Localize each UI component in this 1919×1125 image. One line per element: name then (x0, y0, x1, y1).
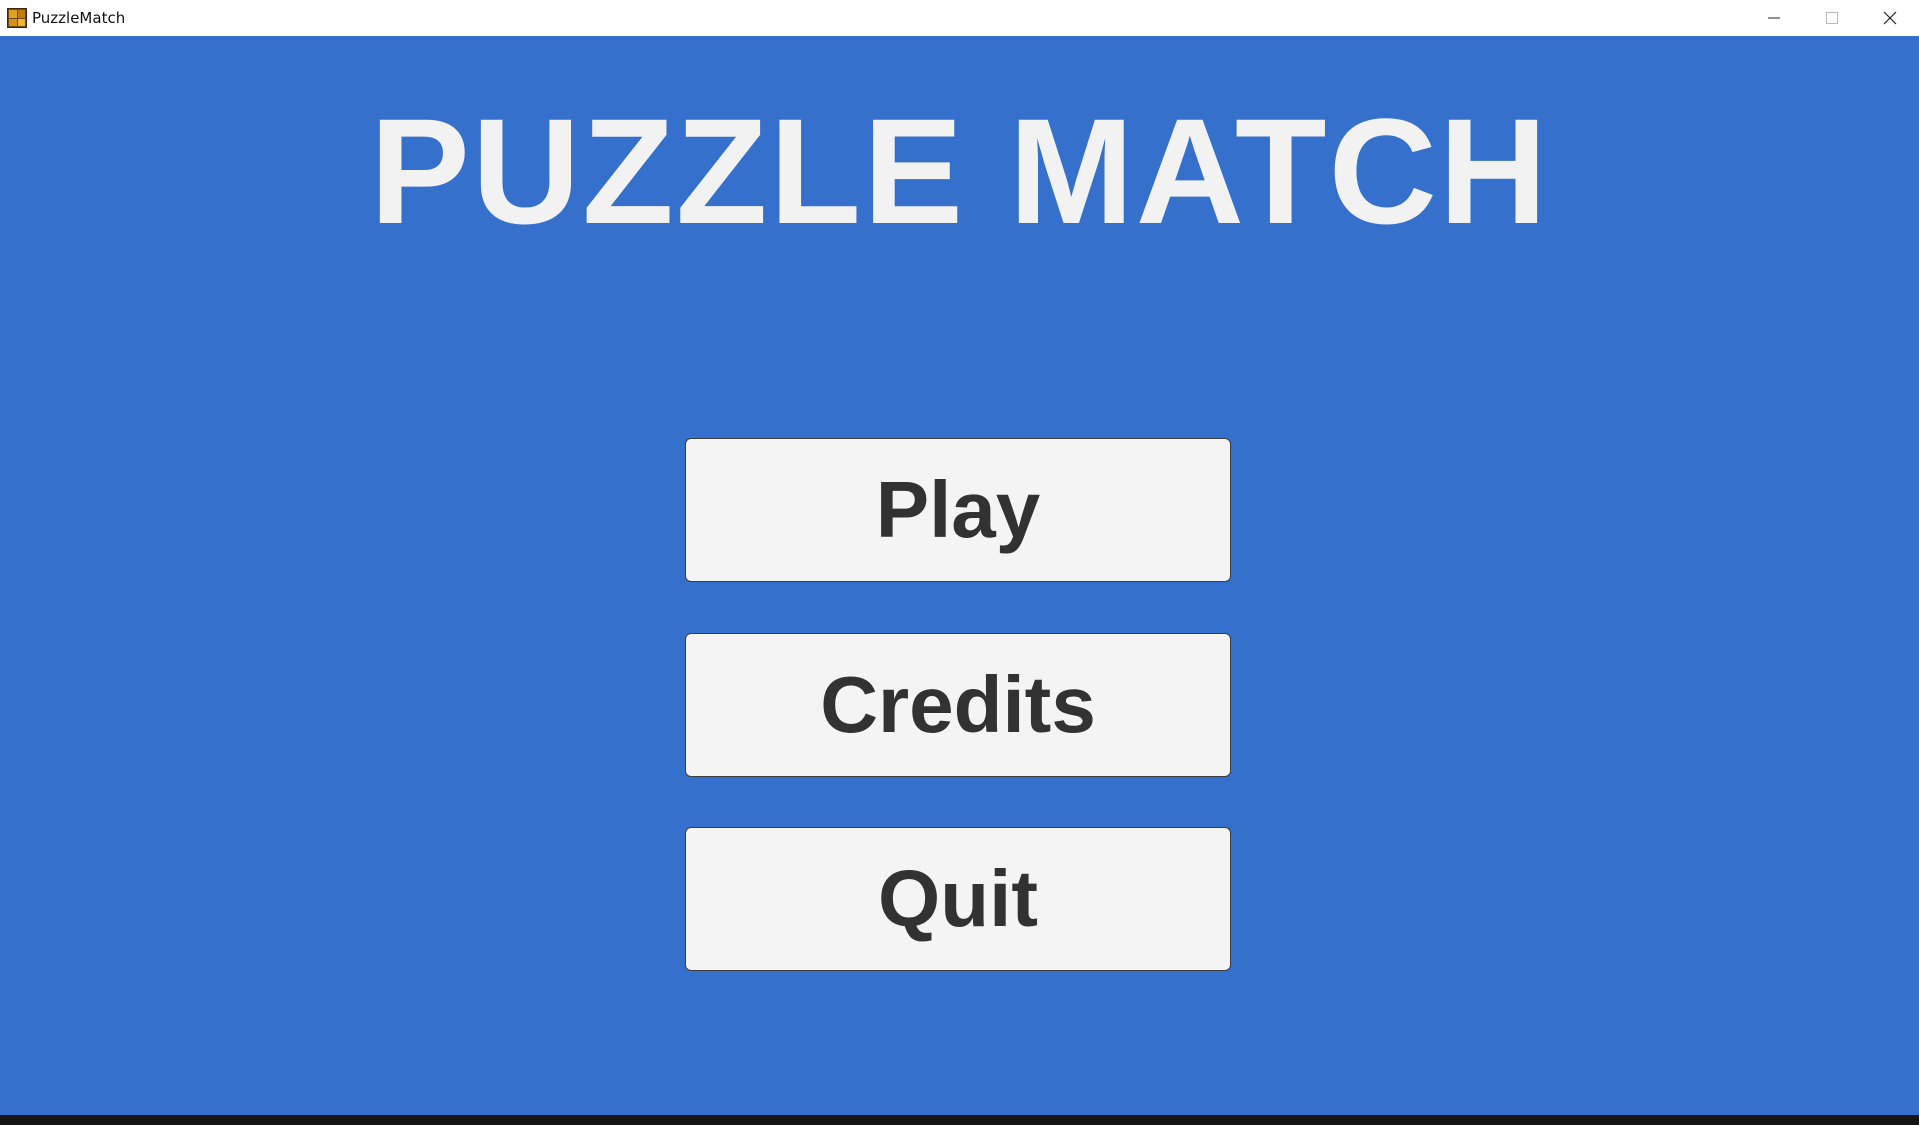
maximize-button[interactable] (1803, 0, 1861, 36)
credits-button[interactable]: Credits (685, 633, 1231, 777)
window-title: PuzzleMatch (32, 9, 126, 27)
quit-button[interactable]: Quit (685, 827, 1231, 971)
minimize-icon (1768, 17, 1780, 19)
game-canvas: PUZZLE MATCH Play Credits Quit (0, 36, 1919, 1115)
game-title: PUZZLE MATCH (369, 87, 1550, 255)
maximize-icon (1826, 12, 1838, 24)
window-controls (1745, 0, 1919, 36)
close-button[interactable] (1861, 0, 1919, 36)
puzzle-app-icon (7, 8, 27, 28)
window-bottom-border (0, 1115, 1919, 1125)
play-button[interactable]: Play (685, 438, 1231, 582)
window-titlebar[interactable]: PuzzleMatch (0, 0, 1919, 36)
close-icon (1883, 11, 1897, 25)
minimize-button[interactable] (1745, 0, 1803, 36)
